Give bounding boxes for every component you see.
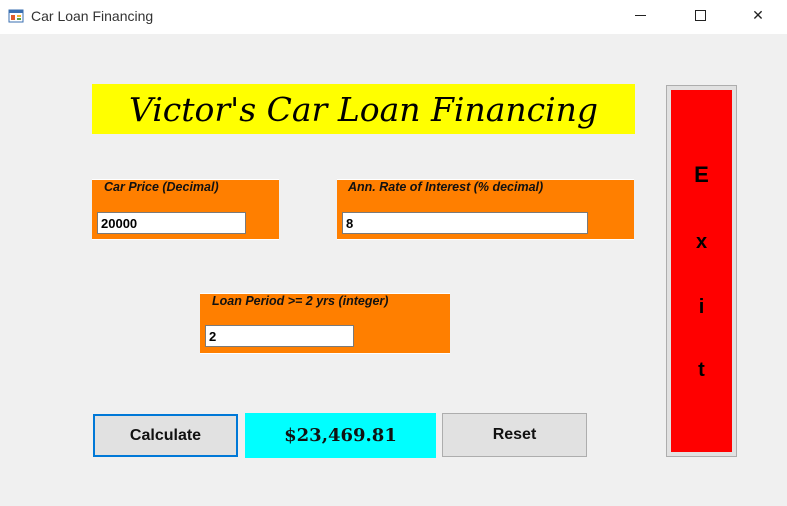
interest-rate-group: Ann. Rate of Interest (% decimal) [337, 179, 634, 240]
app-icon [8, 9, 24, 23]
car-price-group: Car Price (Decimal) [92, 179, 279, 240]
loan-period-input[interactable] [205, 325, 354, 347]
car-price-label: Car Price (Decimal) [102, 180, 221, 194]
maximize-button[interactable] [677, 0, 723, 31]
exit-letter-t: t [698, 359, 705, 381]
group-border-bottom [200, 353, 450, 354]
exit-letter-e: E [694, 162, 709, 187]
maximize-icon [694, 10, 706, 21]
banner-title: Victor's Car Loan Financing [92, 84, 635, 134]
close-button[interactable]: ✕ [735, 0, 781, 31]
loan-period-group: Loan Period >= 2 yrs (integer) [200, 293, 450, 354]
interest-rate-input[interactable] [342, 212, 588, 234]
minimize-button[interactable] [617, 0, 663, 31]
interest-rate-label: Ann. Rate of Interest (% decimal) [346, 180, 546, 194]
car-price-input[interactable] [97, 212, 246, 234]
window-title: Car Loan Financing [31, 8, 154, 24]
exit-button-face[interactable]: E x i t [671, 90, 732, 452]
result-display: $23,469.81 [245, 413, 436, 458]
calculate-button[interactable]: Calculate [93, 414, 238, 457]
loan-period-label: Loan Period >= 2 yrs (integer) [210, 294, 391, 308]
exit-button[interactable]: E x i t [666, 85, 737, 457]
group-border-bottom [337, 239, 634, 240]
app-window: Car Loan Financing ✕ Victor's Car Loan F… [0, 0, 787, 506]
exit-letter-i: i [698, 296, 705, 318]
close-icon: ✕ [752, 7, 764, 24]
title-bar[interactable]: Car Loan Financing ✕ [0, 0, 787, 34]
reset-button[interactable]: Reset [442, 413, 587, 457]
minimize-icon [634, 15, 646, 16]
exit-letter-x: x [695, 231, 708, 253]
group-border-bottom [92, 239, 279, 240]
